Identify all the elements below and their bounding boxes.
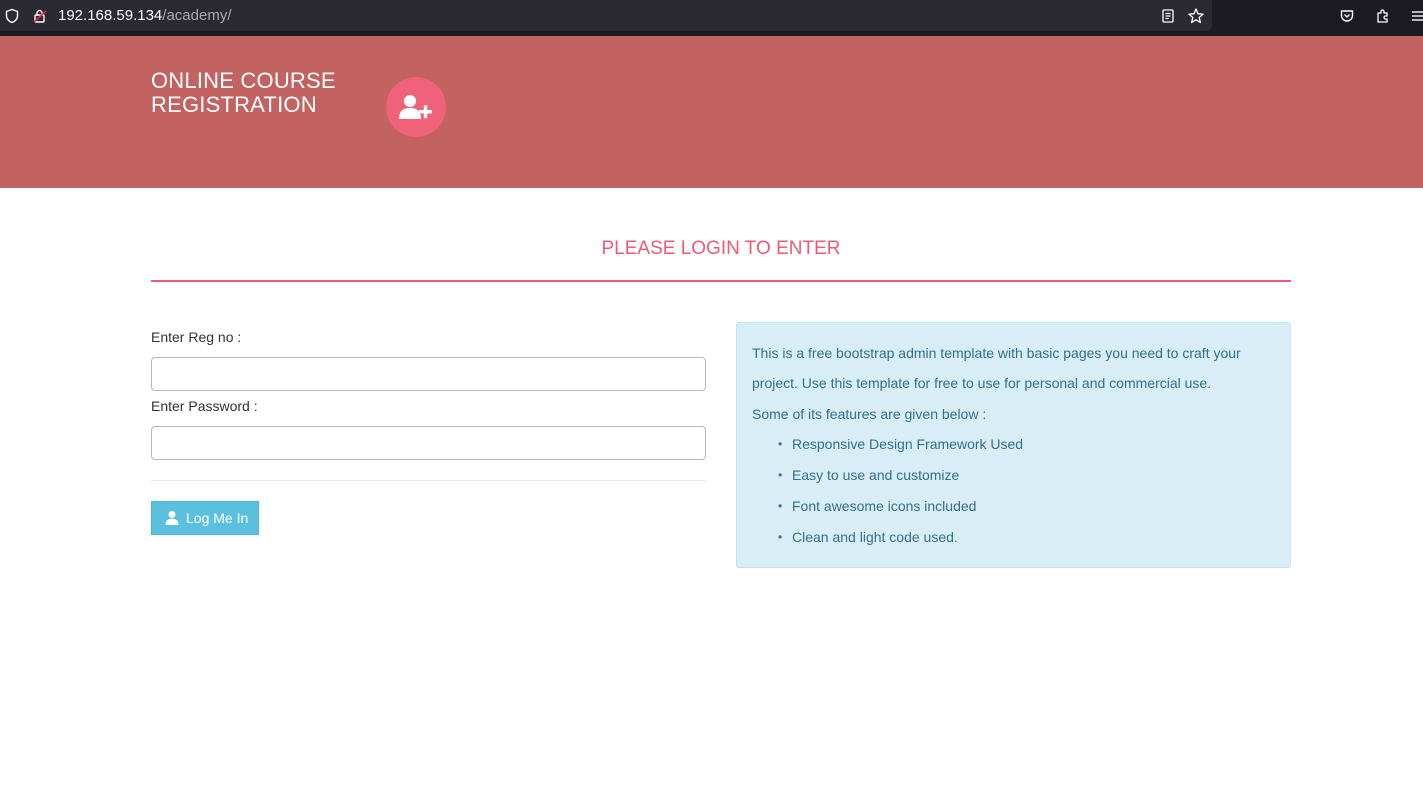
feature-list: Responsive Design Framework Used Easy to…	[778, 429, 1023, 553]
pocket-icon[interactable]	[1338, 7, 1356, 25]
list-item: Font awesome icons included	[778, 491, 1023, 522]
site-title-line1: ONLINE COURSE	[151, 68, 336, 93]
user-plus-icon	[386, 77, 446, 137]
page-title: PLEASE LOGIN TO ENTER	[601, 238, 841, 259]
browser-toolbar: 192.168.59.134/academy/	[0, 0, 1423, 36]
login-button-label: Log Me In	[186, 510, 249, 526]
regno-input[interactable]	[151, 357, 706, 391]
regno-label: Enter Reg no :	[151, 329, 242, 345]
list-item: Easy to use and customize	[778, 460, 1023, 491]
url-path: /academy/	[162, 7, 232, 24]
shield-icon[interactable]	[3, 7, 21, 25]
heading-divider	[151, 280, 1291, 282]
login-button[interactable]: Log Me In	[151, 501, 259, 535]
list-item: Clean and light code used.	[778, 522, 1023, 553]
url-host: 192.168.59.134	[58, 7, 163, 24]
insecure-lock-icon[interactable]	[31, 7, 49, 25]
info-panel: This is a free bootstrap admin template …	[736, 322, 1291, 568]
url-text[interactable]: 192.168.59.134/academy/	[58, 7, 231, 25]
extensions-icon[interactable]	[1374, 7, 1392, 25]
user-icon	[164, 510, 180, 526]
info-description: This is a free bootstrap admin template …	[752, 345, 1241, 391]
site-title-line2: REGISTRATION	[151, 92, 317, 117]
address-bar[interactable]: 192.168.59.134/academy/	[0, 0, 1212, 31]
password-input[interactable]	[151, 426, 706, 460]
reader-view-icon[interactable]	[1159, 7, 1177, 25]
form-divider	[151, 480, 706, 481]
menu-icon[interactable]	[1408, 7, 1423, 25]
bookmark-star-icon[interactable]	[1187, 7, 1205, 25]
site-header: ONLINE COURSE REGISTRATION	[0, 36, 1423, 188]
site-title[interactable]: ONLINE COURSE REGISTRATION	[151, 69, 336, 117]
list-item: Responsive Design Framework Used	[778, 429, 1023, 460]
features-heading: Some of its features are given below :	[752, 406, 987, 422]
password-label: Enter Password :	[151, 398, 258, 414]
